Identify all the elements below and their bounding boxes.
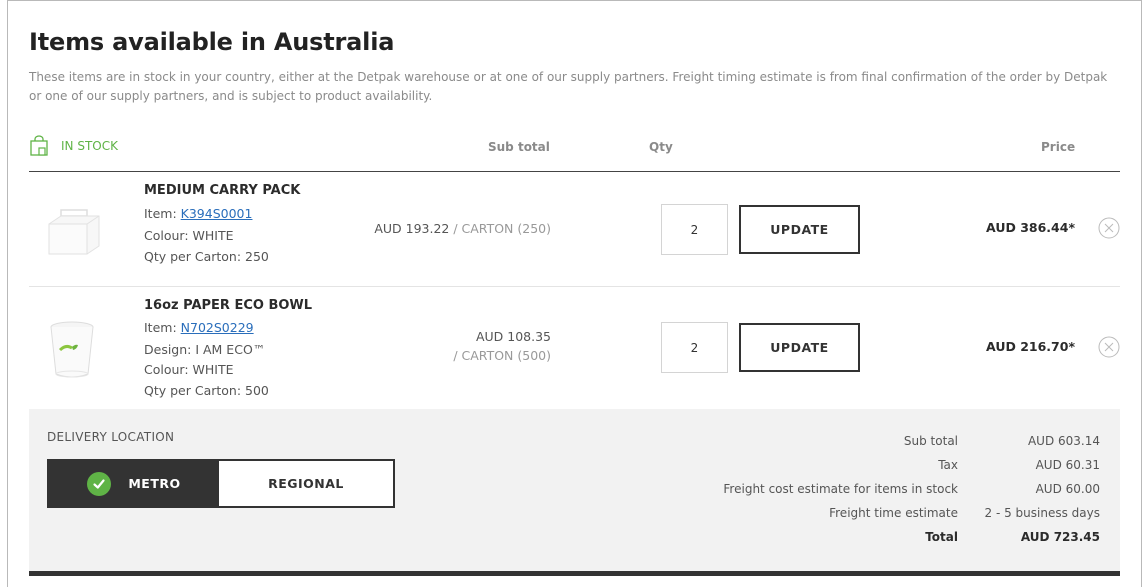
delivery-location-toggle: METRO REGIONAL [47, 459, 395, 508]
summary-label: Sub total [903, 434, 958, 448]
summary-value: AUD 723.45 [1020, 530, 1100, 544]
summary-label: Freight cost estimate for items in stock [723, 482, 958, 496]
summary-table: Sub total AUD 603.14 Tax AUD 60.31 Freig… [723, 429, 1100, 549]
summary-row-freight-time: Freight time estimate 2 - 5 business day… [723, 501, 1100, 525]
item-code-link[interactable]: N702S0229 [181, 320, 254, 335]
quantity-input[interactable] [661, 204, 728, 255]
item-code-line: Item: N702S0229 [144, 320, 254, 335]
colour-text: Colour: WHITE [144, 228, 234, 243]
unit-label: / CARTON (500) [453, 348, 551, 363]
unit-price-value: AUD 108.35 [475, 329, 551, 344]
unit-price: AUD 193.22 / CARTON (250) [374, 219, 551, 238]
unit-label: / CARTON (250) [453, 221, 551, 236]
summary-label: Freight time estimate [829, 506, 958, 520]
update-button[interactable]: UPDATE [739, 323, 860, 372]
order-summary-panel: DELIVERY LOCATION METRO REGIONAL Sub tot… [29, 409, 1120, 571]
unit-price-value: AUD 193.22 [374, 221, 450, 236]
item-label: Item: [144, 320, 177, 335]
unit-price: AUD 108.35 / CARTON (500) [453, 327, 551, 365]
regional-label: REGIONAL [268, 476, 344, 491]
subtotal-header: Sub total [488, 140, 550, 154]
line-price: AUD 216.70* [986, 339, 1075, 354]
item-code-line: Item: K394S0001 [144, 206, 252, 221]
qty-header: Qty [649, 140, 673, 154]
design-text: Design: I AM ECO™ [144, 342, 266, 357]
summary-row-freight-cost: Freight cost estimate for items in stock… [723, 477, 1100, 501]
cart-item-row: MEDIUM CARRY PACK Item: K394S0001 Colour… [29, 172, 1120, 286]
product-image [43, 206, 105, 260]
summary-label: Tax [938, 458, 958, 472]
check-circle-icon [87, 471, 112, 496]
summary-row-subtotal: Sub total AUD 603.14 [723, 429, 1100, 453]
product-name: MEDIUM CARRY PACK [144, 183, 301, 198]
product-name: 16oz PAPER ECO BOWL [144, 298, 313, 313]
item-label: Item: [144, 206, 177, 221]
quantity-input[interactable] [661, 322, 728, 373]
product-image [49, 320, 95, 384]
line-price: AUD 386.44* [986, 220, 1075, 235]
colour-text: Colour: WHITE [144, 362, 234, 377]
delivery-location-label: DELIVERY LOCATION [47, 430, 175, 444]
summary-value: AUD 603.14 [1027, 434, 1100, 448]
section-title: Items available in Australia [29, 28, 395, 56]
summary-row-tax: Tax AUD 60.31 [723, 453, 1100, 477]
summary-label: Total [925, 530, 958, 544]
remove-item-icon[interactable] [1098, 336, 1120, 358]
section-bottom-bar [29, 571, 1120, 576]
summary-value: 2 - 5 business days [984, 506, 1100, 520]
remove-item-icon[interactable] [1098, 217, 1120, 239]
item-code-link[interactable]: K394S0001 [181, 206, 253, 221]
metro-label: METRO [128, 476, 181, 491]
metro-option[interactable]: METRO [49, 461, 219, 506]
summary-value: AUD 60.31 [1035, 458, 1100, 472]
cart-item-row: 16oz PAPER ECO BOWL Item: N702S0229 Desi… [29, 287, 1120, 409]
qty-per-carton-text: Qty per Carton: 250 [144, 249, 269, 264]
qty-per-carton-text: Qty per Carton: 500 [144, 383, 269, 398]
stock-status: IN STOCK [28, 135, 118, 157]
section-description: These items are in stock in your country… [29, 70, 1108, 103]
update-button[interactable]: UPDATE [739, 205, 860, 254]
summary-value: AUD 60.00 [1035, 482, 1100, 496]
stock-label: IN STOCK [61, 139, 118, 153]
shopping-bag-icon [28, 135, 50, 157]
price-header: Price [1041, 140, 1076, 154]
regional-option[interactable]: REGIONAL [219, 461, 393, 506]
summary-row-total: Total AUD 723.45 [723, 525, 1100, 549]
